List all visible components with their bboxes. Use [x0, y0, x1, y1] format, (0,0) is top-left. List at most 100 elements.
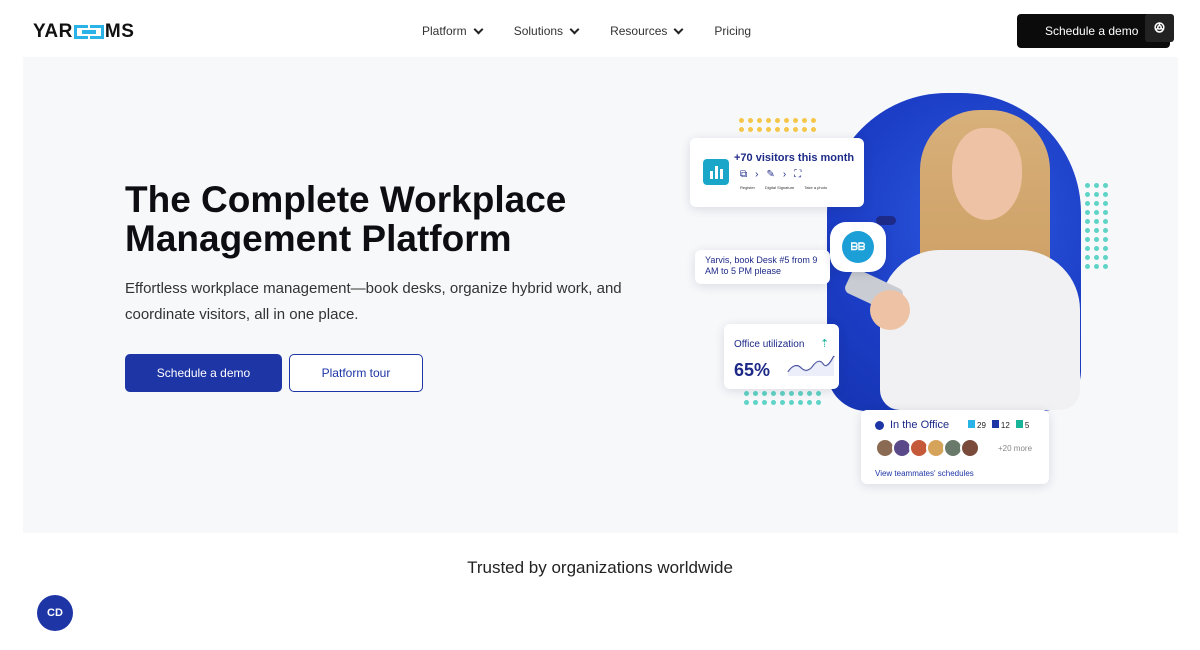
landing-page: YAR MS Platform Solutions Resources Pric…: [0, 0, 1200, 650]
decorative-dot: [1085, 237, 1090, 242]
platform-tour-button[interactable]: Platform tour: [289, 354, 423, 392]
trusted-heading: Trusted by organizations worldwide: [467, 558, 733, 577]
menu-item-pricing[interactable]: Pricing: [714, 24, 751, 38]
home-count: 12: [991, 420, 1010, 430]
decorative-dot: [807, 391, 812, 396]
logo-text-left: YAR: [33, 21, 73, 42]
decorative-dot: [1103, 228, 1108, 233]
hubspot-icon[interactable]: ꔮ: [1145, 14, 1174, 42]
decorative-dot: [1085, 246, 1090, 251]
decorative-dot: [762, 391, 767, 396]
decorative-dot: [766, 127, 771, 132]
decorative-dots-teal-bottom: [744, 391, 821, 405]
decorative-dot: [1085, 210, 1090, 215]
chat-logo-icon: CD: [47, 607, 63, 619]
decorative-dot: [802, 127, 807, 132]
decorative-dot: [789, 391, 794, 396]
decorative-dot: [780, 400, 785, 405]
visitors-card: +70 visitors this month ⧉ › ✎ › ⛶ Register…: [690, 138, 864, 207]
decorative-dot: [816, 400, 821, 405]
decorative-dot: [1094, 264, 1099, 269]
decorative-dot: [1085, 255, 1090, 260]
decorative-dot: [1094, 183, 1099, 188]
decorative-dot: [744, 391, 749, 396]
decorative-dot: [775, 118, 780, 123]
decorative-dot: [1085, 192, 1090, 197]
decorative-dot: [1085, 219, 1090, 224]
hero-subtitle: Effortless workplace management—book des…: [125, 280, 622, 323]
decorative-dot: [1103, 255, 1108, 260]
menu-label: Pricing: [714, 24, 752, 38]
step-label: Take a photo: [804, 185, 828, 190]
decorative-dot: [1094, 201, 1099, 206]
decorative-dot: [748, 118, 753, 123]
decorative-dot: [798, 400, 803, 405]
menu-item-platform[interactable]: Platform: [422, 24, 484, 38]
office-count: 29: [968, 420, 986, 430]
menu-label: Resources: [610, 24, 668, 38]
main-menu: Platform Solutions Resources Pricing: [422, 24, 751, 38]
visitor-steps: ⧉ › ✎ › ⛶: [740, 169, 801, 180]
logo-icon: [73, 24, 104, 40]
view-schedules-link[interactable]: View teammates' schedules: [875, 469, 974, 478]
decorative-dot: [1094, 246, 1099, 251]
decorative-dot: [780, 391, 785, 396]
hero-title: The Complete Workplace Management Platfo…: [125, 179, 567, 259]
decorative-dot: [1103, 219, 1108, 224]
decorative-dots-teal-right: [1085, 183, 1108, 269]
decorative-dot: [1103, 246, 1108, 251]
decorative-dot: [802, 118, 807, 123]
utilization-value: 65%: [734, 360, 771, 380]
chevron-right-icon: ›: [755, 169, 759, 180]
building-icon: [968, 420, 975, 428]
decorative-dot: [753, 391, 758, 396]
teammate-avatars: [875, 438, 980, 458]
decorative-dot: [1103, 237, 1108, 242]
register-icon: ⧉: [740, 169, 748, 180]
schedule-demo-button[interactable]: Schedule a demo: [125, 354, 282, 392]
decorative-dot: [793, 118, 798, 123]
decorative-dot: [793, 127, 798, 132]
menu-item-solutions[interactable]: Solutions: [513, 24, 580, 38]
decorative-dot: [811, 118, 816, 123]
decorative-dot: [757, 118, 762, 123]
assistant-badge: ᗷᗷ: [830, 222, 886, 272]
leave-count: 5: [1015, 420, 1029, 430]
chevron-down-icon: [569, 24, 580, 34]
menu-label: Platform: [422, 24, 467, 38]
decorative-dot: [798, 391, 803, 396]
decorative-dot: [1094, 228, 1099, 233]
decorative-dot: [807, 400, 812, 405]
decorative-dot: [1103, 192, 1108, 197]
decorative-dot: [739, 127, 744, 132]
decorative-dot: [816, 391, 821, 396]
decorative-dot: [771, 391, 776, 396]
typing-bubble-icon: [876, 216, 896, 225]
menu-label: Solutions: [513, 24, 564, 38]
visitor-step-labels: Register Digital Signature Take a photo: [740, 185, 827, 190]
decorative-dot: [1103, 210, 1108, 215]
decorative-dot: [762, 400, 767, 405]
avatar[interactable]: [960, 438, 980, 458]
decorative-dot: [1094, 192, 1099, 197]
assistant-logo-icon: ᗷᗷ: [842, 231, 874, 263]
logo-text-right: MS: [104, 21, 135, 42]
in-office-title: In the Office: [890, 419, 950, 431]
visitors-title: +70 visitors this month: [734, 152, 855, 164]
decorative-dot: [1103, 201, 1108, 206]
in-office-card: In the Office 29 12 5 +20 more View team…: [861, 410, 1049, 484]
logo[interactable]: YAR MS: [33, 21, 134, 43]
bar-chart-icon: [703, 159, 729, 185]
chat-widget-button[interactable]: CD: [37, 595, 73, 631]
trend-up-icon: ⇡: [820, 338, 830, 350]
decorative-dot: [771, 400, 776, 405]
decorative-dot: [766, 118, 771, 123]
decorative-dot: [757, 127, 762, 132]
decorative-dot: [1094, 219, 1099, 224]
more-teammates-count: +20 more: [998, 444, 1033, 453]
decorative-dot: [753, 400, 758, 405]
office-counts: 29 12 5: [968, 420, 1029, 430]
menu-item-resources[interactable]: Resources: [610, 24, 684, 38]
decorative-dot: [811, 127, 816, 132]
decorative-dot: [1085, 201, 1090, 206]
